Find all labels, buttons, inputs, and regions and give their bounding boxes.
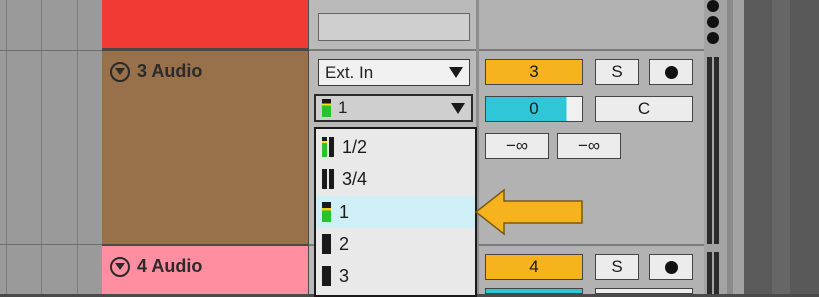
arrangement-grid bbox=[0, 0, 102, 294]
popup-item-3[interactable]: 3 bbox=[316, 260, 475, 292]
popup-item-label: 3/4 bbox=[342, 168, 368, 189]
solo-label: S bbox=[611, 62, 623, 81]
popup-item-label: 1 bbox=[339, 201, 350, 222]
track-menu-dots-icon[interactable] bbox=[705, 0, 721, 48]
track-number: 3 bbox=[529, 62, 539, 81]
send-b-value: −∞ bbox=[577, 136, 601, 155]
pan-knob[interactable]: C bbox=[595, 96, 693, 122]
solo-label: S bbox=[611, 257, 623, 276]
grid-line bbox=[41, 0, 42, 294]
track-number: 4 bbox=[529, 257, 539, 276]
pan-knob[interactable] bbox=[595, 288, 693, 294]
track-header-3-audio[interactable]: 3 Audio bbox=[102, 51, 308, 244]
track-name[interactable]: 4 Audio bbox=[137, 256, 202, 277]
scroll-divider bbox=[727, 0, 733, 294]
input-type-dropdown[interactable]: Ext. In bbox=[318, 59, 470, 86]
arm-button[interactable] bbox=[649, 254, 693, 280]
volume-value: 0 bbox=[529, 99, 539, 118]
popup-item-3-4[interactable]: 3/4 bbox=[316, 163, 475, 195]
empty-io-field[interactable] bbox=[318, 13, 470, 41]
popup-item-label: 3 bbox=[339, 265, 350, 286]
track-name[interactable]: 3 Audio bbox=[137, 61, 202, 82]
level-meter-left bbox=[707, 57, 712, 244]
pan-value: C bbox=[637, 99, 651, 118]
input-channel-dropdown[interactable]: 1 bbox=[314, 94, 473, 122]
level-meter-right bbox=[714, 57, 719, 244]
track-header-4-audio[interactable]: 4 Audio bbox=[102, 246, 308, 294]
dropdown-arrow-icon bbox=[451, 102, 465, 114]
send-a-slider[interactable]: −∞ bbox=[485, 133, 549, 159]
popup-item-1-2[interactable]: 1/2 bbox=[316, 131, 475, 163]
grid-line bbox=[77, 0, 78, 294]
solo-button[interactable]: S bbox=[595, 254, 639, 280]
channel-meter-icon bbox=[322, 234, 331, 254]
pointer-arrow-icon bbox=[474, 188, 586, 241]
popup-item-label: 1/2 bbox=[342, 136, 368, 157]
track-activator-button[interactable]: 3 bbox=[485, 59, 583, 85]
row-divider bbox=[309, 49, 477, 51]
popup-item-2[interactable]: 2 bbox=[316, 228, 475, 260]
arm-button[interactable] bbox=[649, 59, 693, 85]
row-divider bbox=[479, 49, 705, 51]
grid-line bbox=[6, 0, 7, 294]
dropdown-arrow-icon bbox=[449, 67, 463, 78]
track-activator-button[interactable]: 4 bbox=[485, 254, 583, 280]
channel-meter-icon bbox=[322, 266, 331, 286]
level-meter-left bbox=[707, 252, 712, 294]
input-type-value: Ext. In bbox=[325, 62, 374, 82]
popup-item-label: 2 bbox=[339, 233, 350, 254]
row-divider bbox=[479, 244, 705, 246]
input-channel-popup[interactable]: 1/2 3/4 1 2 3 bbox=[314, 127, 477, 297]
top-track-color-strip[interactable] bbox=[102, 0, 308, 50]
input-channel-value: 1 bbox=[338, 98, 348, 117]
channel-meter-icon bbox=[322, 169, 334, 189]
fold-toggle-icon[interactable] bbox=[110, 256, 130, 277]
grid-hline bbox=[0, 50, 102, 51]
channel-meter-icon bbox=[322, 99, 331, 117]
channel-meter-icon bbox=[322, 202, 331, 222]
send-a-value: −∞ bbox=[505, 136, 529, 155]
volume-slider[interactable] bbox=[485, 288, 583, 294]
level-meter-right bbox=[714, 252, 719, 294]
popup-item-1[interactable]: 1 bbox=[316, 196, 475, 228]
volume-slider[interactable]: 0 bbox=[485, 96, 583, 122]
fold-toggle-icon[interactable] bbox=[110, 61, 130, 82]
record-icon bbox=[664, 65, 678, 79]
solo-button[interactable]: S bbox=[595, 59, 639, 85]
record-icon bbox=[664, 260, 678, 274]
right-edge-panel-shade bbox=[790, 0, 819, 294]
grid-hline bbox=[0, 244, 102, 245]
send-b-slider[interactable]: −∞ bbox=[557, 133, 621, 159]
